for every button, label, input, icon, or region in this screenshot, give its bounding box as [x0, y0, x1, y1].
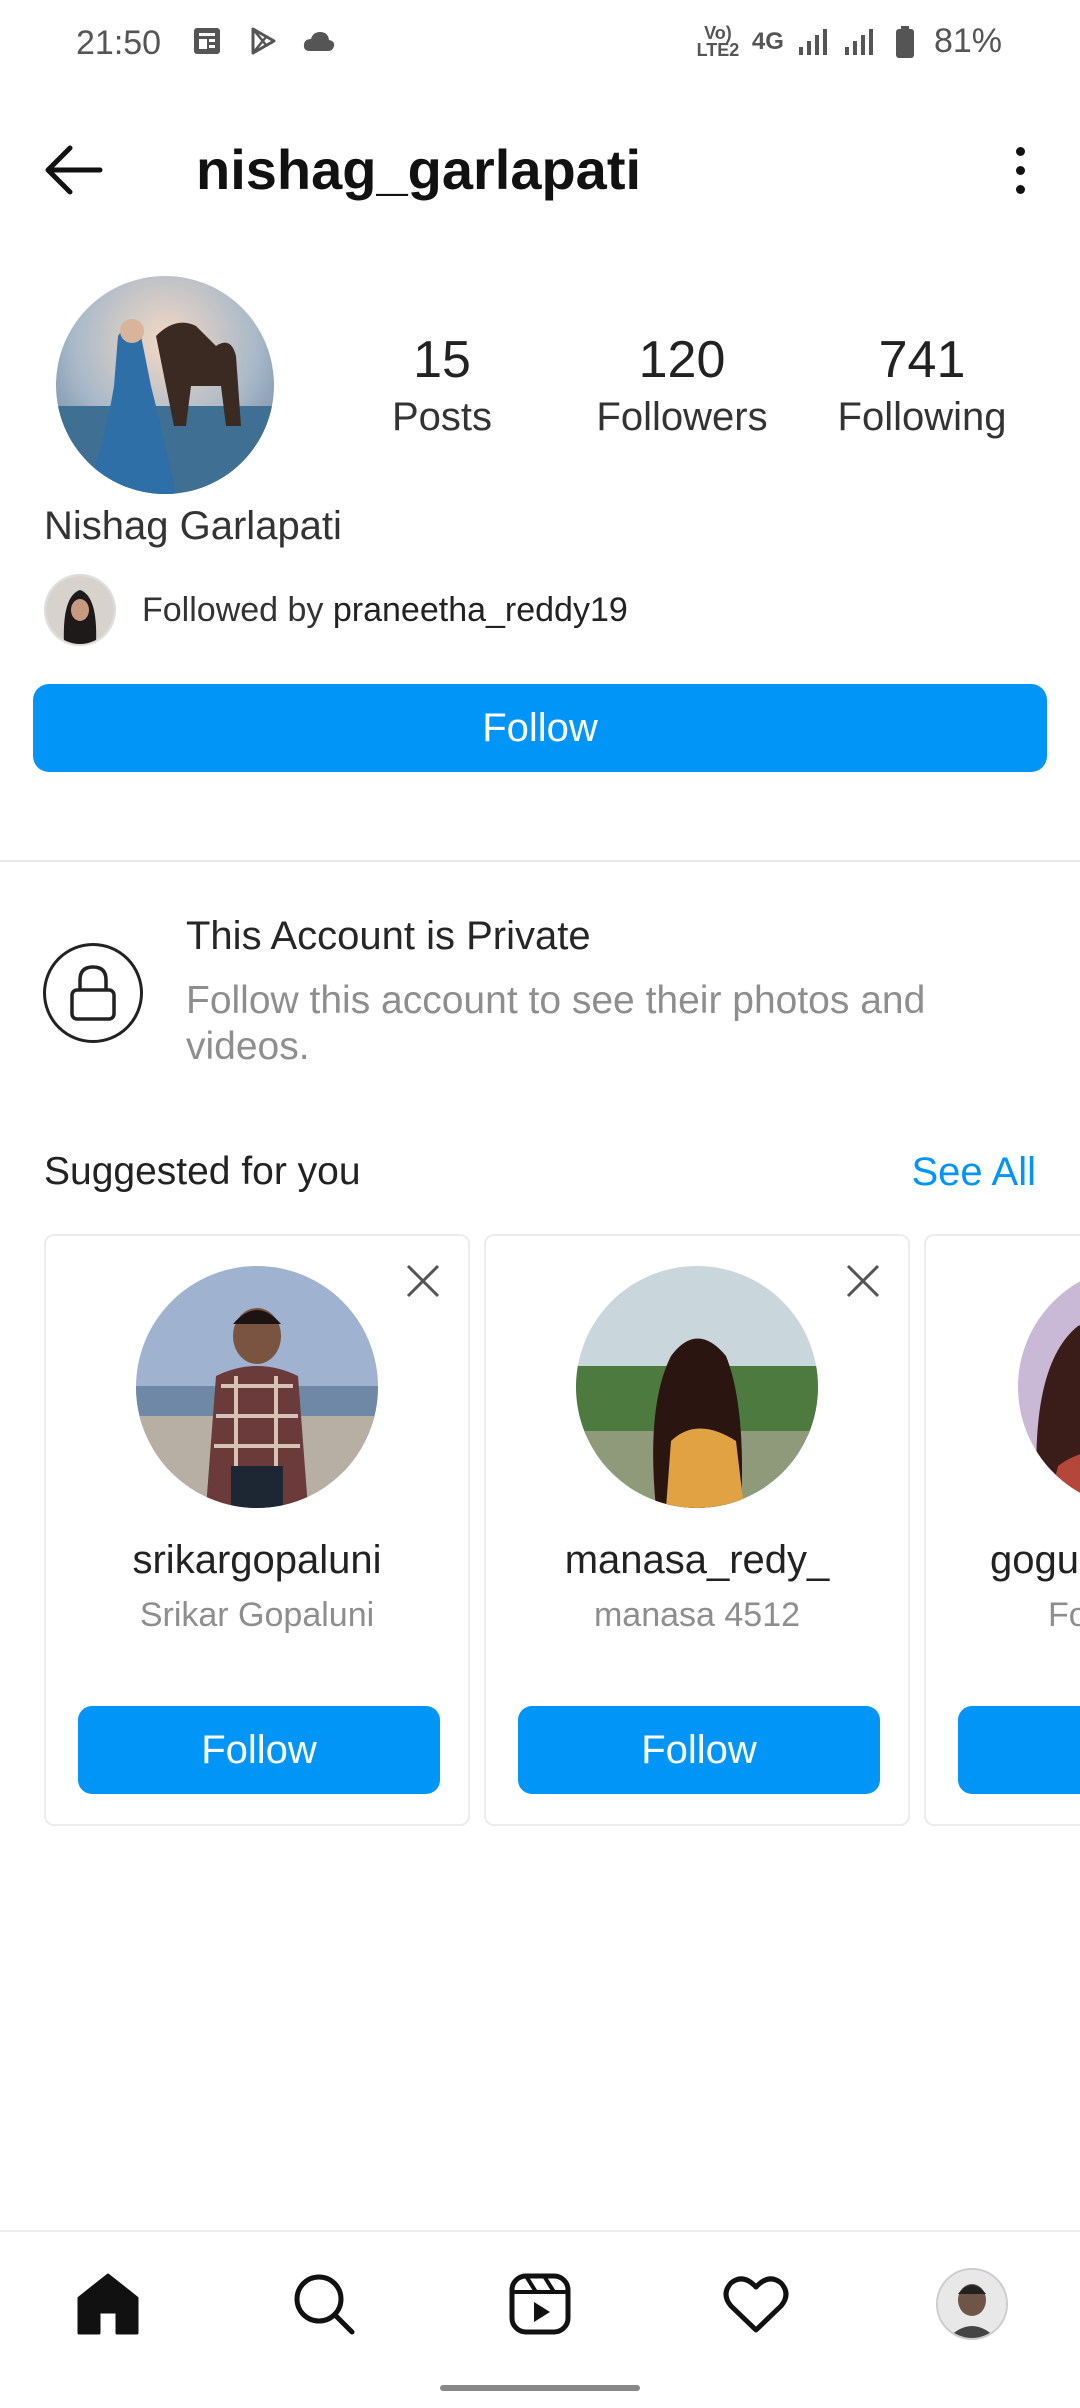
network-type-label: 4G: [751, 27, 784, 55]
suggested-avatar[interactable]: [576, 1266, 818, 1508]
status-notification-icons: [190, 24, 336, 58]
suggested-full-name: manasa 4512: [593, 1596, 801, 1634]
followers-count[interactable]: 120 Followers: [572, 328, 792, 442]
gesture-bar: [440, 2385, 640, 2391]
suggested-title: Suggested for you: [44, 1150, 361, 1193]
suggested-full-name: Srikar Gopaluni: [139, 1596, 375, 1634]
posts-count: 15 Posts: [332, 328, 552, 442]
home-icon: [77, 2273, 139, 2335]
suggested-username: srikargopaluni: [132, 1538, 382, 1582]
dot: [1015, 146, 1025, 156]
suggested-card[interactable]: manasa_redy_ manasa 4512 Follow: [484, 1234, 910, 1826]
suggested-username: manasa_redy_: [564, 1538, 830, 1582]
nav-activity[interactable]: [716, 2264, 796, 2344]
stat-label: Posts: [391, 395, 493, 439]
suggested-follow-button[interactable]: Follow: [78, 1706, 440, 1794]
signal-icon: [796, 25, 830, 59]
following-count[interactable]: 741 Following: [812, 328, 1032, 442]
stat-value: 741: [878, 331, 966, 389]
suggested-card[interactable]: gogu Fo: [924, 1234, 1080, 1826]
status-system-icons: Vo) LTE2 4G 81%: [696, 22, 1002, 61]
suggested-photo: [136, 1266, 378, 1508]
cloud-icon: [302, 24, 336, 58]
section-divider: [0, 860, 1080, 862]
suggested-follow-button[interactable]: Follow: [518, 1706, 880, 1794]
bottom-navigation: [0, 2230, 1080, 2372]
search-icon: [294, 2274, 355, 2335]
suggested-follow-button[interactable]: [958, 1706, 1080, 1794]
suggested-photo: [1018, 1266, 1080, 1508]
followed-by-prefix: Followed by: [142, 590, 333, 629]
dot: [1015, 165, 1025, 175]
close-icon: [846, 1264, 880, 1298]
mutual-follower-username[interactable]: praneetha_reddy19: [333, 591, 628, 629]
profile-full-name: Nishag Garlapati: [44, 504, 342, 548]
battery-percent: 81%: [933, 22, 1002, 60]
profile-header: nishag_garlapati: [0, 120, 1080, 220]
see-all-link[interactable]: See All: [911, 1150, 1036, 1195]
nav-home[interactable]: [68, 2264, 148, 2344]
battery-icon: [888, 25, 922, 59]
suggested-photo: [576, 1266, 818, 1508]
reels-icon: [509, 2273, 571, 2335]
volte-label: Vo) LTE2: [696, 22, 740, 60]
stat-label: Following: [837, 395, 1007, 439]
suggested-avatar[interactable]: [136, 1266, 378, 1508]
suggested-username: gogu: [990, 1538, 1079, 1582]
page-title: nishag_garlapati: [196, 138, 642, 201]
own-avatar: [936, 2268, 1008, 2340]
suggested-card[interactable]: srikargopaluni Srikar Gopaluni Follow: [44, 1234, 470, 1826]
back-button[interactable]: [40, 140, 110, 200]
followed-by-text: Followed by praneetha_reddy19: [142, 591, 628, 630]
dismiss-suggestion-button[interactable]: [844, 1262, 882, 1300]
back-arrow-icon: [45, 145, 103, 195]
close-icon: [406, 1264, 440, 1298]
followed-by-row[interactable]: Followed by praneetha_reddy19: [44, 574, 628, 646]
private-account-subtitle: Follow this account to see their photos …: [186, 979, 926, 1068]
heart-icon: [723, 2276, 789, 2333]
profile-avatar[interactable]: [56, 276, 274, 494]
signal-icon: [842, 25, 876, 59]
stat-value: 120: [638, 331, 726, 389]
stat-label: Followers: [596, 395, 768, 439]
news-icon: [190, 24, 224, 58]
nav-reels[interactable]: [500, 2264, 580, 2344]
stat-value: 15: [413, 331, 471, 389]
profile-photo: [56, 276, 274, 494]
dot: [1015, 184, 1025, 194]
private-account-title: This Account is Private: [186, 914, 591, 958]
nav-search[interactable]: [284, 2264, 364, 2344]
suggested-full-name: Fo: [1048, 1596, 1080, 1634]
follow-button[interactable]: Follow: [33, 684, 1047, 772]
more-options-button[interactable]: [990, 138, 1050, 202]
nav-profile[interactable]: [932, 2264, 1012, 2344]
lock-icon: [43, 943, 143, 1043]
suggested-avatar[interactable]: [1018, 1266, 1080, 1508]
dismiss-suggestion-button[interactable]: [404, 1262, 442, 1300]
mutual-follower-avatar: [44, 574, 116, 646]
status-time: 21:50: [76, 24, 162, 62]
play-store-icon: [246, 24, 280, 58]
status-bar: 21:50 Vo) LTE2 4G 81%: [0, 0, 1080, 88]
